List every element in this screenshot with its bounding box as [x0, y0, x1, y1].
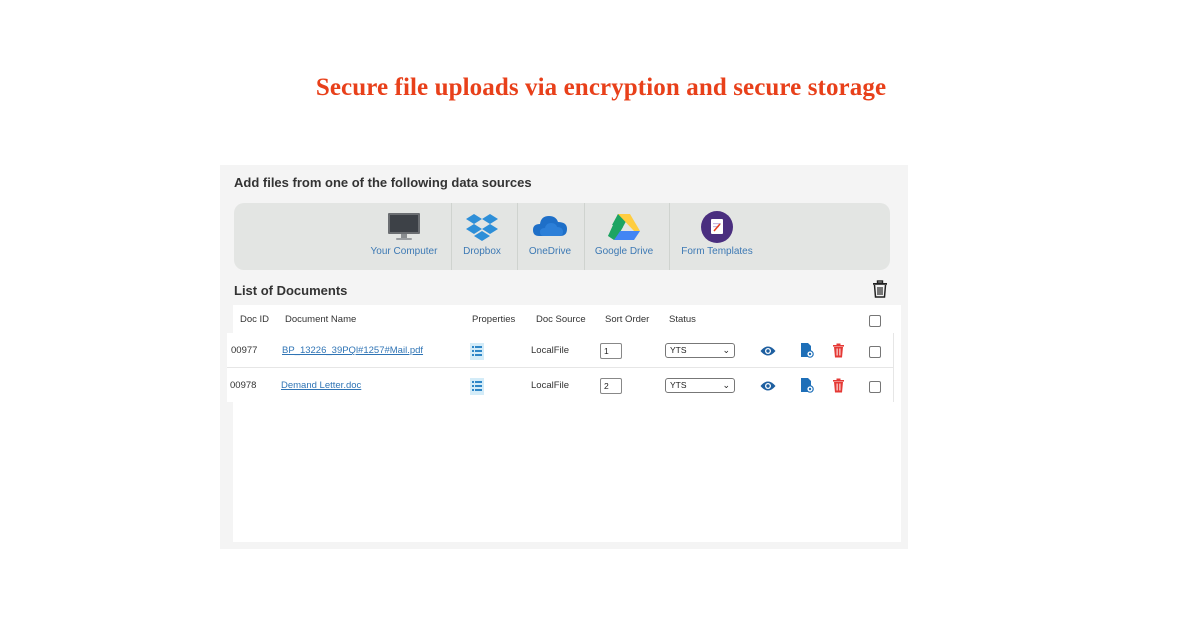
chevron-down-icon: ⌄: [722, 380, 730, 390]
source-label: OneDrive: [528, 246, 572, 257]
column-header-document-name: Document Name: [285, 314, 357, 325]
status-value: YTS: [670, 345, 687, 355]
status-select[interactable]: YTS ⌄: [665, 378, 735, 393]
data-sources-bar: Your Computer Dropbox OneDrive Google Dr…: [234, 203, 890, 270]
divider: [584, 203, 585, 270]
view-icon[interactable]: [760, 379, 776, 397]
source-label: Your Computer: [370, 246, 438, 257]
column-header-sort-order: Sort Order: [605, 314, 650, 325]
column-header-status: Status: [669, 314, 696, 325]
table-row: 00978 Demand Letter.doc LocalFile 2 YTS …: [227, 368, 894, 402]
sort-order-input[interactable]: 1: [600, 343, 622, 359]
document-name-link[interactable]: Demand Letter.doc: [281, 380, 361, 391]
dropbox-icon: [466, 212, 498, 242]
column-header-doc-source: Doc Source: [536, 314, 586, 325]
panel-title: Add files from one of the following data…: [234, 175, 532, 190]
doc-source-cell: LocalFile: [531, 345, 570, 356]
source-form-templates[interactable]: Form Templates: [674, 203, 760, 270]
properties-list-icon[interactable]: [470, 378, 484, 395]
properties-list-icon[interactable]: [470, 343, 484, 360]
source-dropbox[interactable]: Dropbox: [455, 203, 509, 270]
document-name-link[interactable]: BP_13226_39PQl#1257#Mail.pdf: [282, 345, 423, 356]
upload-panel: Add files from one of the following data…: [220, 165, 908, 549]
source-google-drive[interactable]: Google Drive: [588, 203, 660, 270]
google-drive-icon: [607, 212, 641, 242]
table-row: 00977 BP_13226_39PQl#1257#Mail.pdf Local…: [227, 333, 894, 368]
list-title: List of Documents: [234, 283, 348, 298]
column-header-properties: Properties: [472, 314, 516, 325]
source-label: Form Templates: [681, 246, 753, 257]
source-onedrive[interactable]: OneDrive: [521, 203, 579, 270]
doc-id-cell: 00978: [230, 380, 257, 391]
column-header-doc-id: Doc ID: [240, 314, 270, 325]
status-select[interactable]: YTS ⌄: [665, 343, 735, 358]
onedrive-icon: [532, 212, 568, 242]
select-all-checkbox[interactable]: [869, 315, 881, 327]
row-checkbox[interactable]: [869, 346, 881, 358]
source-your-computer[interactable]: Your Computer: [367, 203, 441, 270]
form-templates-icon: [701, 211, 733, 243]
doc-id-cell: 00977: [231, 345, 258, 356]
doc-source-cell: LocalFile: [531, 380, 570, 391]
delete-all-icon[interactable]: [870, 279, 890, 299]
chevron-down-icon: ⌄: [722, 345, 730, 355]
page-headline: Secure file uploads via encryption and s…: [315, 74, 887, 101]
row-checkbox[interactable]: [869, 381, 881, 393]
source-label: Dropbox: [463, 246, 501, 257]
documents-table: Doc ID Document Name Properties Doc Sour…: [227, 305, 901, 542]
delete-icon[interactable]: [832, 343, 845, 363]
preview-document-icon[interactable]: [800, 342, 814, 363]
source-label: Google Drive: [594, 246, 654, 257]
status-value: YTS: [670, 380, 687, 390]
sort-order-input[interactable]: 2: [600, 378, 622, 394]
divider: [517, 203, 518, 270]
view-icon[interactable]: [760, 344, 776, 362]
preview-document-icon[interactable]: [800, 377, 814, 398]
delete-icon[interactable]: [832, 378, 845, 398]
divider: [669, 203, 670, 270]
divider: [451, 203, 452, 270]
computer-icon: [387, 212, 421, 242]
